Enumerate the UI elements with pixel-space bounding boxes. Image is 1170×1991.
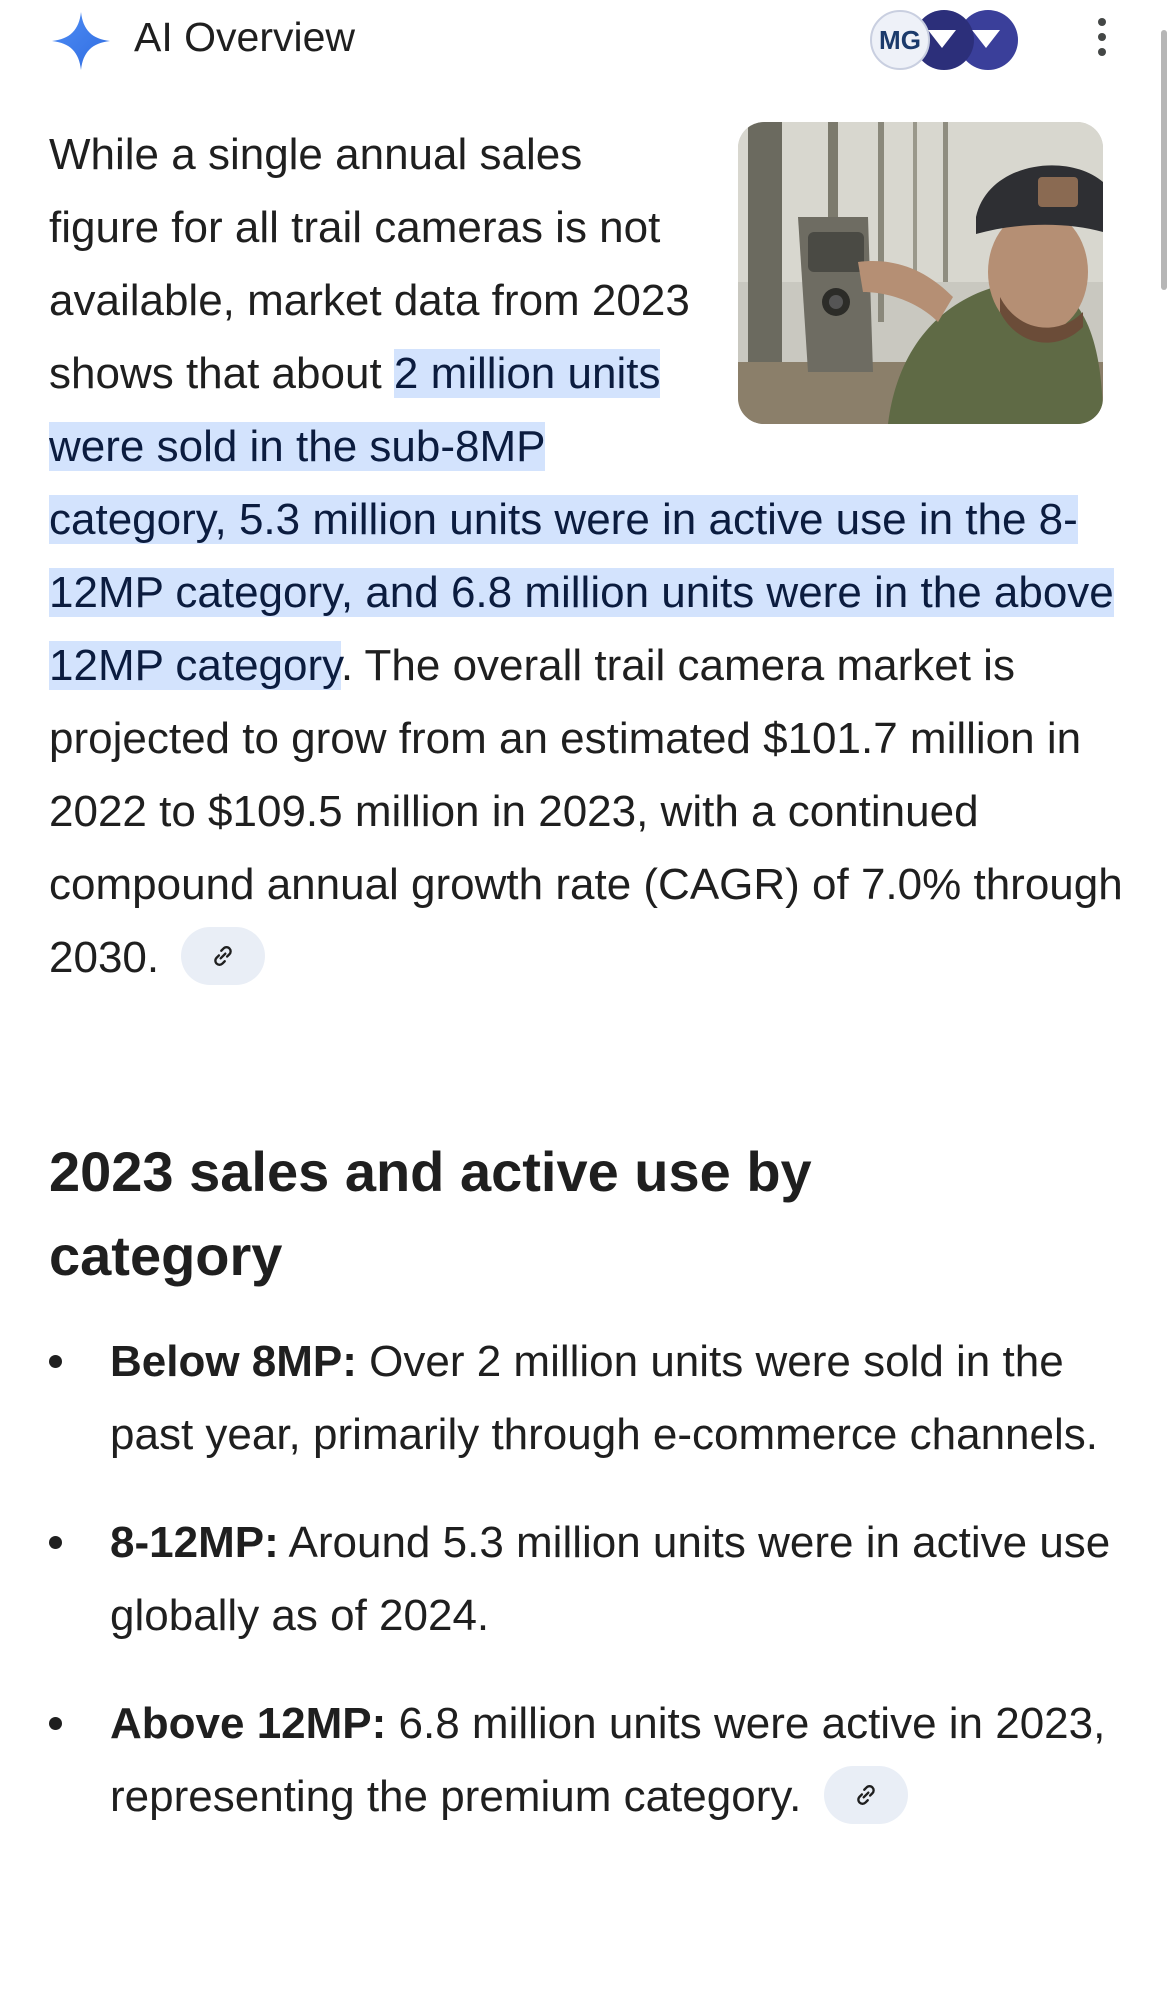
item-label: Below 8MP: [110,1337,357,1386]
chevron-down-icon [928,30,956,48]
ai-overview-header: AI Overview MG [0,0,1170,90]
avatar-initials: MG [879,24,921,55]
source-link-button[interactable] [181,927,266,986]
ai-overview-title: AI Overview [134,14,355,60]
more-vert-icon[interactable] [1090,18,1114,68]
photo-image [738,122,1103,424]
trail-camera-photo[interactable] [738,122,1103,424]
bullet-icon [49,1536,62,1549]
bullet-icon [49,1355,62,1368]
avatar[interactable]: MG [870,10,930,70]
item-label: Above 12MP: [110,1699,387,1748]
item-label: 8-12MP: [110,1518,279,1567]
list-item: Below 8MP: Over 2 million units were sol… [49,1325,1129,1471]
chevron-down-icon [972,30,1000,48]
avatar-stack[interactable]: MG [870,10,1020,72]
sparkle-icon [52,12,110,70]
link-icon [856,1785,875,1806]
source-link-button[interactable] [823,1766,908,1825]
link-icon [214,946,233,967]
list-item: 8-12MP: Around 5.3 million units were in… [49,1506,1129,1652]
summary-paragraph: While a single annual sales figure for a… [49,118,1129,994]
section-heading: 2023 sales and active use by category [49,1140,812,1287]
scrollbar[interactable] [1161,30,1167,290]
bullet-icon [49,1717,62,1730]
category-list: Below 8MP: Over 2 million units were sol… [49,1325,1129,1833]
list-item: Above 12MP: 6.8 million units were activ… [49,1687,1129,1833]
